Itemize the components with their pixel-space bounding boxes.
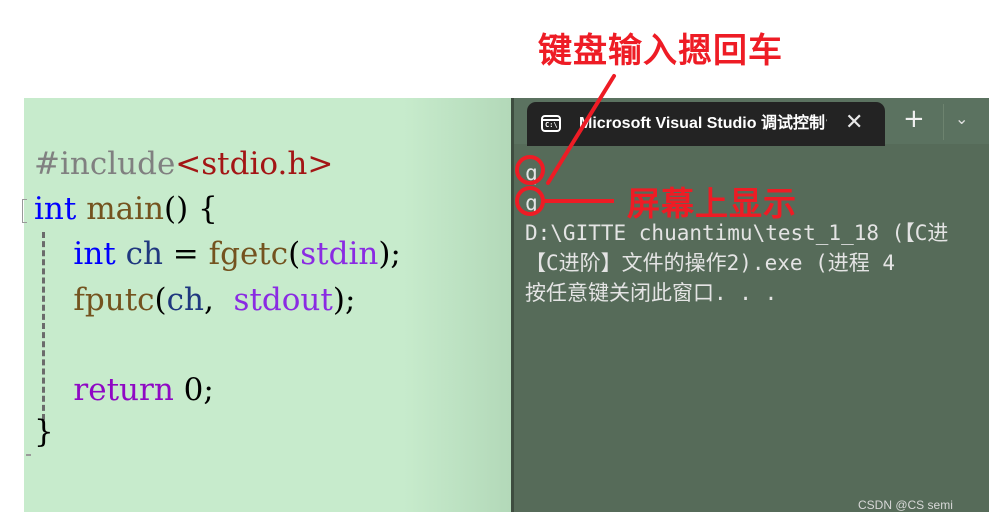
keyword-int: int	[34, 191, 77, 227]
punctuation: (	[288, 236, 301, 272]
watermark: CSDN @CS semi	[858, 498, 953, 512]
new-tab-button[interactable]: +	[903, 104, 925, 134]
output-line-press-key: 按任意键关闭此窗口. . .	[525, 281, 778, 305]
punctuation: );	[332, 282, 356, 318]
terminal-tab[interactable]: C:\ Microsoft Visual Studio 调试控制台 ✕	[527, 102, 885, 146]
code-line-4: fputc(ch, stdout);	[34, 280, 355, 320]
punctuation: );	[378, 236, 401, 272]
punctuation: () {	[163, 191, 218, 227]
console-icon: C:\	[541, 115, 561, 132]
terminal-window[interactable]: C:\ Microsoft Visual Studio 调试控制台 ✕ + ⌄ …	[511, 98, 989, 512]
window-edge	[511, 98, 514, 512]
function-fputc: fputc	[73, 282, 155, 318]
preprocessor-directive: #include	[34, 146, 176, 182]
titlebar-divider	[943, 104, 944, 140]
editor-shade	[404, 98, 514, 512]
punctuation: ,	[203, 282, 224, 318]
function-main: main	[76, 191, 164, 227]
terminal-titlebar[interactable]: C:\ Microsoft Visual Studio 调试控制台 ✕ + ⌄	[511, 98, 989, 146]
code-line-2: int main() {	[34, 189, 218, 229]
punctuation: (	[154, 282, 167, 318]
operator-assign: =	[162, 236, 209, 272]
code-body: #include<stdio.h> int main() { int ch = …	[24, 98, 401, 450]
variable-ch: ch	[115, 236, 163, 272]
variable-ch: ch	[166, 282, 204, 318]
chevron-down-icon[interactable]: ⌄	[955, 107, 968, 131]
global-stdin: stdin	[300, 236, 379, 272]
fold-end-marker	[26, 454, 31, 456]
annotation-screen-display: 屏幕上显示	[627, 184, 797, 223]
output-line-exe: 【C进阶】文件的操作2).exe (进程 4	[525, 251, 896, 275]
keyword-int: int	[73, 236, 116, 272]
code-line-6: return 0;	[34, 370, 214, 410]
tab-title: Microsoft Visual Studio 调试控制台	[579, 115, 827, 132]
page-margin	[989, 98, 999, 512]
include-header: <stdio.h>	[175, 146, 334, 182]
closing-brace: }	[34, 414, 54, 450]
console-icon-label: C:\	[545, 121, 558, 129]
keyword-return: return	[73, 372, 174, 408]
code-line-1: #include<stdio.h>	[34, 144, 333, 184]
code-editor[interactable]: #include<stdio.h> int main() { int ch = …	[22, 98, 514, 512]
code-line-3: int ch = fgetc(stdin);	[34, 234, 401, 274]
close-tab-icon[interactable]: ✕	[845, 108, 863, 138]
return-value: 0;	[173, 372, 214, 408]
code-line-7: }	[34, 412, 54, 452]
function-fgetc: fgetc	[208, 236, 289, 272]
global-stdout: stdout	[223, 282, 333, 318]
annotation-keyboard-enter: 键盘输入摁回车	[538, 31, 783, 71]
